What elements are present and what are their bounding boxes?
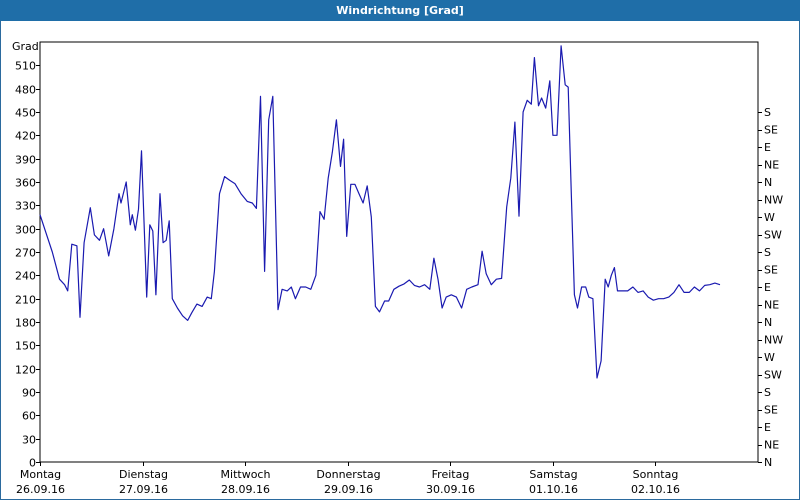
x-tick-date: 30.09.16 [426,483,475,496]
x-tick-date: 02.10.16 [631,483,680,496]
right-compass-label: E [764,281,771,294]
x-tick-date: 26.09.16 [16,483,65,496]
right-compass-label: N [764,176,772,189]
right-compass-label: E [764,141,771,154]
y-tick-label: 480 [15,84,36,97]
right-compass-label: N [764,456,772,469]
right-compass-label: NW [764,334,783,347]
y-tick-label: 210 [15,294,36,307]
y-tick-label: 390 [15,154,36,167]
plot-area [39,41,759,463]
y-tick-label: 330 [15,200,36,213]
x-tick-day: Freitag [432,468,470,481]
right-compass-label: NE [764,159,779,172]
x-tick-day: Dienstag [119,468,168,481]
right-compass-label: NE [764,299,779,312]
right-compass-label: S [764,106,771,119]
y-tick-label: 90 [22,387,36,400]
y-axis-label: Grad [12,40,39,53]
y-tick-label: 180 [15,317,36,330]
x-tick-day: Montag [20,468,61,481]
y-tick-label: 450 [15,107,36,120]
right-compass-label: NW [764,194,783,207]
right-compass-label: W [764,211,775,224]
y-tick-label: 510 [15,60,36,73]
x-tick-date: 27.09.16 [119,483,168,496]
right-compass-label: SE [764,264,778,277]
x-tick-day: Samstag [529,468,577,481]
x-tick-day: Sonntag [633,468,679,481]
y-tick-label: 120 [15,364,36,377]
y-tick-label: 30 [22,434,36,447]
right-compass-label: E [764,421,771,434]
wind-direction-chart: 0306090120150180210240270300330360390420… [12,40,783,496]
right-compass-label: W [764,351,775,364]
right-compass-label: SW [764,229,782,242]
right-compass-label: S [764,246,771,259]
y-tick-label: 60 [22,410,36,423]
y-tick-label: 360 [15,177,36,190]
right-compass-label: NE [764,439,779,452]
x-tick-date: 28.09.16 [221,483,270,496]
y-tick-label: 420 [15,130,36,143]
x-tick-date: 01.10.16 [529,483,578,496]
y-tick-label: 300 [15,224,36,237]
x-tick-date: 29.09.16 [324,483,373,496]
y-tick-label: 150 [15,340,36,353]
right-compass-label: SE [764,124,778,137]
right-compass-label: N [764,316,772,329]
y-tick-label: 240 [15,270,36,283]
right-compass-label: S [764,386,771,399]
x-tick-day: Donnerstag [316,468,380,481]
y-tick-label: 270 [15,247,36,260]
right-compass-label: SE [764,404,778,417]
right-compass-label: SW [764,369,782,382]
x-tick-day: Mittwoch [221,468,271,481]
